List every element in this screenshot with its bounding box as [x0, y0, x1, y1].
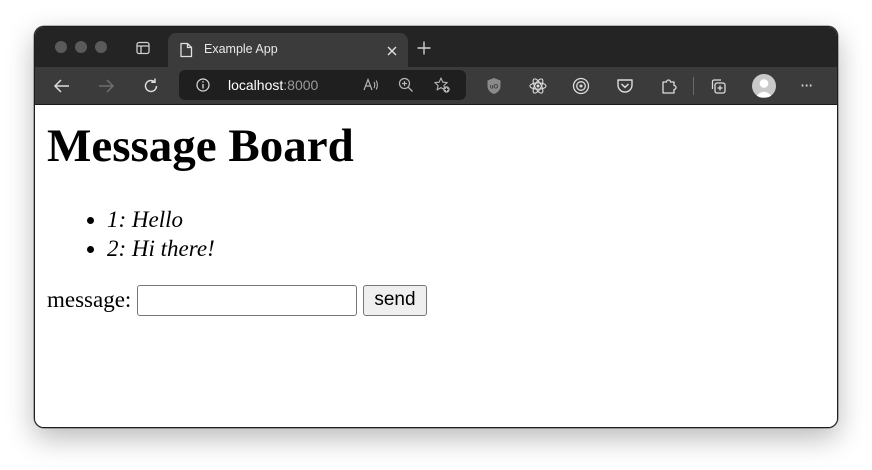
profile-avatar-icon[interactable]	[752, 74, 776, 98]
message-item: 2: Hi there!	[107, 234, 215, 263]
message-label: message:	[47, 287, 132, 312]
url-text: localhost:8000	[228, 77, 318, 93]
collections-icon[interactable]	[708, 76, 728, 96]
read-aloud-icon[interactable]	[362, 76, 380, 94]
svg-text:uO: uO	[490, 85, 499, 91]
tab-example-app[interactable]: Example App	[168, 33, 408, 67]
tab-title: Example App	[204, 42, 278, 56]
toolbar-divider	[693, 77, 694, 95]
url-host: localhost	[228, 77, 284, 93]
page-icon	[179, 42, 193, 58]
favorite-star-icon[interactable]	[433, 76, 451, 94]
tab-strip: Example App	[35, 27, 837, 67]
info-icon[interactable]	[196, 78, 210, 92]
page-title: Message Board	[47, 120, 354, 172]
minimize-window-button[interactable]	[75, 41, 87, 53]
message-list: 1: Hello 2: Hi there!	[67, 205, 215, 263]
address-bar[interactable]: localhost:8000	[179, 70, 466, 100]
message-form: message: send	[47, 283, 427, 317]
message-item: 1: Hello	[107, 205, 215, 234]
target-extension-icon[interactable]	[571, 76, 591, 96]
puzzle-extensions-icon[interactable]	[659, 76, 679, 96]
browser-window: Example App localhost:8000 uO ··· Messag…	[34, 26, 838, 428]
page-content: Message Board 1: Hello 2: Hi there! mess…	[35, 105, 837, 427]
more-menu-button[interactable]: ···	[800, 76, 822, 96]
refresh-icon[interactable]	[141, 76, 161, 96]
send-button[interactable]: send	[363, 284, 427, 316]
tab-actions-icon[interactable]	[135, 40, 151, 56]
close-icon[interactable]	[386, 44, 398, 56]
zoom-icon[interactable]	[397, 76, 415, 94]
url-port: :8000	[283, 77, 319, 93]
pocket-icon[interactable]	[615, 76, 635, 96]
react-devtools-icon[interactable]	[528, 76, 548, 96]
browser-toolbar: localhost:8000 uO ···	[35, 67, 837, 105]
ublock-origin-icon[interactable]: uO	[484, 76, 504, 96]
message-input[interactable]	[137, 284, 358, 316]
close-window-button[interactable]	[55, 41, 67, 53]
arrow-right-icon[interactable]	[96, 76, 116, 96]
arrow-left-icon[interactable]	[52, 76, 72, 96]
zoom-window-button[interactable]	[95, 41, 107, 53]
plus-icon[interactable]	[417, 41, 431, 55]
more-icon: ···	[800, 76, 813, 95]
